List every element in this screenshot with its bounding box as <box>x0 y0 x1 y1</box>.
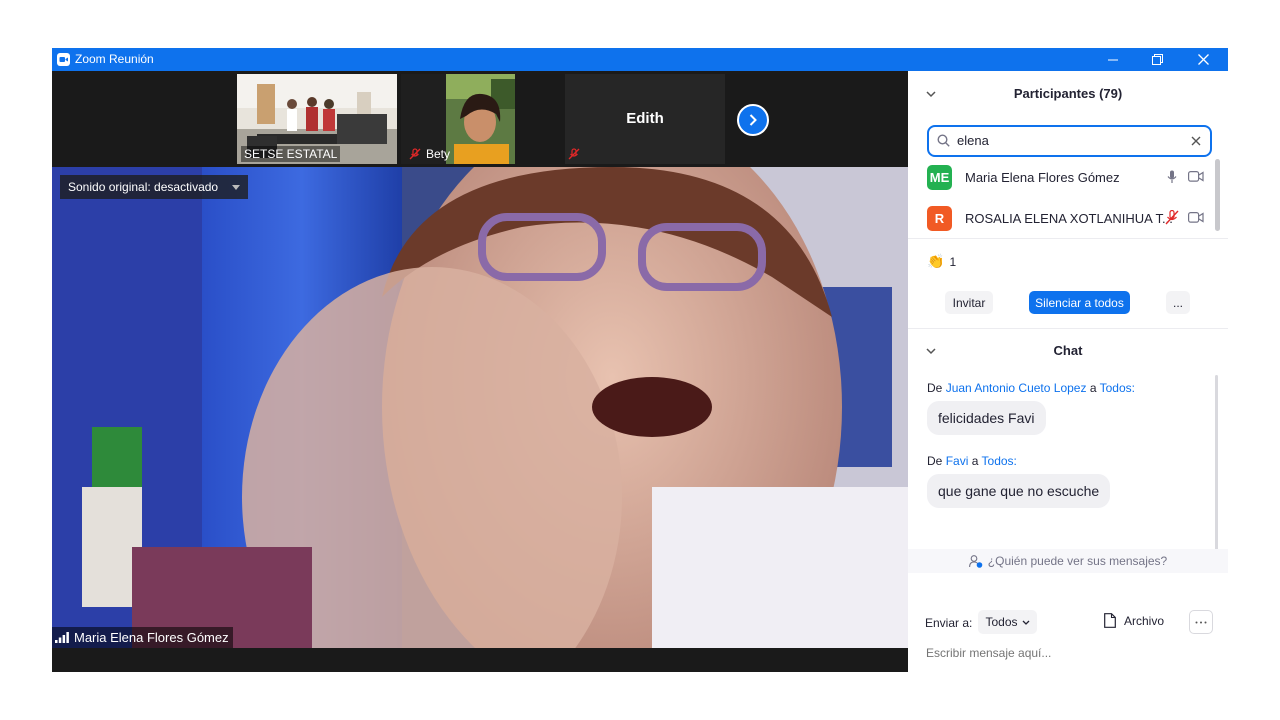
divider <box>908 328 1228 329</box>
divider <box>908 238 1228 239</box>
more-options-button[interactable]: ... <box>1166 291 1190 314</box>
mute-all-button[interactable]: Silenciar a todos <box>1029 291 1130 314</box>
speaker-video-image <box>52 167 908 648</box>
muted-mic-icon <box>409 148 421 160</box>
video-area: SETSE ESTATAL Bety Edith Sonido original… <box>52 71 908 672</box>
thumbnail-strip: SETSE ESTATAL Bety Edith <box>52 71 908 167</box>
signal-strength-icon <box>55 632 69 643</box>
chat-message-header: De Favi a Todos: <box>927 454 1017 468</box>
thumbnail-bety[interactable]: Bety <box>401 74 515 164</box>
muted-mic-icon <box>568 148 580 160</box>
speaker-name-tag: Maria Elena Flores Gómez <box>52 627 233 648</box>
send-to-label: Enviar a: <box>925 616 973 630</box>
thumbnail-name-center: Edith <box>626 110 664 127</box>
person-video-image <box>446 74 515 164</box>
chat-message-bubble: que gane que no escuche <box>927 474 1111 508</box>
reaction-summary: 👏 1 <box>927 253 956 270</box>
minimize-button[interactable] <box>1090 48 1136 71</box>
send-to-dropdown[interactable]: Todos <box>978 610 1037 634</box>
participant-row[interactable]: R ROSALIA ELENA XOTLANIHUA T... <box>908 198 1218 238</box>
chat-message-bubble: felicidades Favi <box>927 401 1046 435</box>
recipient-link[interactable]: Todos: <box>1100 381 1135 395</box>
close-window-button[interactable] <box>1180 48 1226 71</box>
avatar: ME <box>927 165 952 190</box>
clear-search-icon[interactable] <box>1191 136 1201 146</box>
microphone-icon[interactable] <box>1167 170 1177 184</box>
to-connector: a <box>1089 381 1097 395</box>
video-camera-icon[interactable] <box>1188 171 1204 182</box>
avatar: R <box>927 206 952 231</box>
chat-title: Chat <box>1053 343 1083 358</box>
chat-message-input[interactable] <box>924 641 1214 665</box>
restore-button[interactable] <box>1134 48 1180 71</box>
caret-down-icon <box>232 184 241 190</box>
thumbnail-edith[interactable]: Edith <box>565 74 725 164</box>
close-icon <box>1197 54 1209 65</box>
participant-name: Maria Elena Flores Gómez <box>965 170 1120 185</box>
search-input[interactable] <box>955 132 1175 149</box>
zoom-window: Zoom Reunión SETSE ESTATAL Bety Edith So… <box>52 48 1228 672</box>
original-sound-label: Sonido original: desactivado <box>68 180 219 194</box>
chat-message-header: De Juan Antonio Cueto Lopez a Todos: <box>927 381 1135 395</box>
minimize-icon <box>1108 59 1118 60</box>
chevron-down-icon <box>1022 620 1029 625</box>
muted-mic-icon[interactable] <box>1164 210 1180 225</box>
participants-title: Participantes (79) <box>1013 86 1123 101</box>
more-dots-icon <box>1195 621 1207 623</box>
chat-scrollbar[interactable] <box>1215 375 1218 571</box>
side-panel: Participantes (79) ME Maria Elena Flores… <box>908 71 1228 672</box>
video-camera-icon[interactable] <box>1188 212 1204 223</box>
from-prefix: De <box>927 454 943 468</box>
file-button[interactable]: Archivo <box>1104 613 1164 628</box>
recipient-link[interactable]: Todos: <box>982 454 1017 468</box>
clapping-hands-icon: 👏 <box>927 253 945 269</box>
to-connector: a <box>971 454 979 468</box>
participant-row[interactable]: ME Maria Elena Flores Gómez <box>908 157 1218 197</box>
file-icon <box>1104 613 1116 628</box>
title-bar: Zoom Reunión <box>52 48 1228 71</box>
send-to-value: Todos <box>985 615 1018 629</box>
participant-name: ROSALIA ELENA XOTLANIHUA T... <box>965 211 1173 226</box>
restore-icon <box>1151 54 1163 65</box>
reaction-count: 1 <box>949 254 957 269</box>
invite-button[interactable]: Invitar <box>945 291 993 314</box>
thumbnail-name-label: Bety <box>426 147 451 161</box>
search-icon <box>937 134 950 147</box>
next-page-button[interactable] <box>737 104 769 136</box>
person-info-icon <box>968 554 983 568</box>
chat-more-button[interactable] <box>1189 610 1213 634</box>
who-can-see-messages[interactable]: ¿Quién puede ver sus mensajes? <box>908 549 1228 573</box>
thumbnail-name-label: SETSE ESTATAL <box>241 146 341 162</box>
sender-link[interactable]: Juan Antonio Cueto Lopez <box>946 381 1087 395</box>
from-prefix: De <box>927 381 943 395</box>
window-title: Zoom Reunión <box>75 52 154 66</box>
file-label: Archivo <box>1124 613 1165 628</box>
original-sound-dropdown[interactable]: Sonido original: desactivado <box>60 175 249 199</box>
participant-search[interactable] <box>927 125 1212 157</box>
thumbnail-setse-estatal[interactable]: SETSE ESTATAL <box>237 74 397 164</box>
zoom-logo-icon <box>57 53 70 66</box>
participants-scrollbar[interactable] <box>1215 159 1220 231</box>
active-speaker-video: Sonido original: desactivado Maria Elena… <box>52 167 908 648</box>
who-can-see-label: ¿Quién puede ver sus mensajes? <box>987 554 1168 568</box>
chevron-right-icon <box>749 114 757 126</box>
speaker-name: Maria Elena Flores Gómez <box>74 630 229 645</box>
sender-link[interactable]: Favi <box>946 454 969 468</box>
